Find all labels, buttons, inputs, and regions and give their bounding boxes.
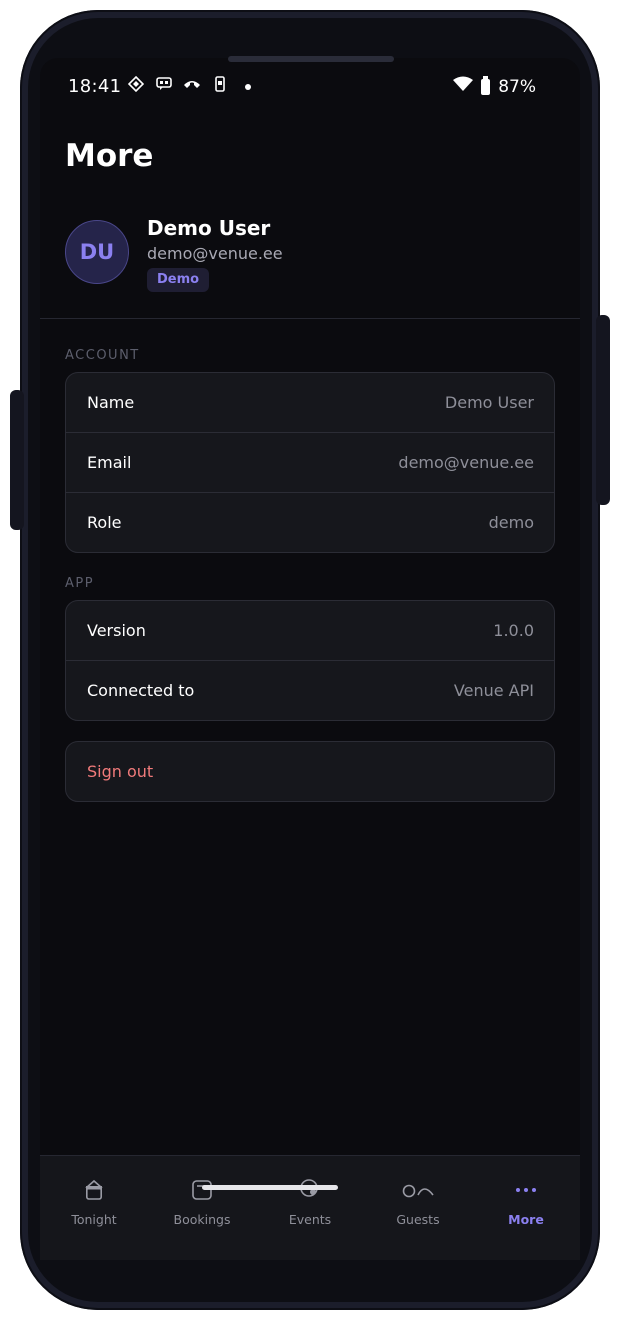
tab-label: Guests — [396, 1212, 440, 1227]
tab-tonight[interactable]: Tonight — [40, 1156, 148, 1236]
page-title: More — [65, 138, 154, 174]
tab-label: Tonight — [71, 1212, 117, 1227]
tab-label: Events — [288, 1212, 332, 1227]
sign-out-label: Sign out — [87, 762, 154, 781]
status-right: 87% — [453, 75, 536, 97]
section-label-account: ACCOUNT — [65, 348, 140, 363]
home-indicator[interactable] — [202, 1185, 338, 1190]
app-row-version: Version 1.0.0 — [66, 601, 554, 661]
row-key: Connected to — [87, 681, 195, 700]
row-value: 1.0.0 — [493, 621, 534, 640]
row-key: Role — [87, 513, 122, 532]
people-icon — [364, 1178, 472, 1202]
house-icon — [40, 1178, 148, 1202]
phone-icon — [210, 76, 230, 96]
section-label-app: APP — [65, 576, 95, 591]
role-badge: Demo — [147, 268, 210, 292]
status-bar: 18:41 87% — [40, 58, 580, 118]
status-time: 18:41 — [68, 76, 122, 97]
app-row-connected: Connected to Venue API — [66, 661, 554, 720]
tab-events[interactable]: Events — [256, 1156, 364, 1236]
battery-icon — [481, 75, 491, 95]
notification-icons — [126, 75, 258, 96]
dots-icon — [472, 1178, 580, 1202]
screen: 18:41 87% More DU Demo User demo@venue.e… — [40, 58, 580, 1260]
dot-icon — [238, 77, 258, 95]
tab-guests[interactable]: Guests — [364, 1156, 472, 1236]
side-button-left — [10, 390, 24, 530]
divider — [40, 318, 580, 319]
avatar: DU — [65, 220, 129, 284]
row-value: Venue API — [453, 681, 534, 700]
account-card: Name Demo User Email demo@venue.ee Role … — [65, 372, 555, 553]
battery-percent: 87% — [498, 76, 536, 97]
sign-out-button[interactable]: Sign out — [65, 741, 555, 802]
row-key: Name — [87, 393, 135, 412]
notch — [228, 56, 394, 62]
diamond-icon — [126, 75, 146, 96]
profile-header: DU Demo User demo@venue.ee Demo — [65, 216, 565, 292]
row-value: Demo User — [444, 393, 534, 412]
app-card: Version 1.0.0 Connected to Venue API — [65, 600, 555, 721]
tab-more[interactable]: More — [472, 1156, 580, 1236]
row-value: demo@venue.ee — [398, 453, 534, 472]
account-row-role: Role demo — [66, 493, 554, 552]
profile-email: demo@venue.ee — [147, 244, 283, 263]
call-icon — [182, 77, 202, 95]
side-button-right — [596, 315, 610, 505]
square-icon — [148, 1178, 256, 1202]
row-value: demo — [488, 513, 534, 532]
message-icon — [154, 77, 174, 95]
row-key: Email — [87, 453, 132, 472]
tab-label: Bookings — [173, 1212, 231, 1227]
tab-bookings[interactable]: Bookings — [148, 1156, 256, 1236]
profile-name: Demo User — [147, 216, 271, 240]
circle-icon — [256, 1178, 364, 1202]
wifi-icon — [453, 76, 474, 97]
row-key: Version — [87, 621, 146, 640]
account-row-email: Email demo@venue.ee — [66, 433, 554, 493]
tab-label: More — [508, 1212, 544, 1227]
bottom-nav: Tonight Bookings Events Guests More — [40, 1155, 580, 1260]
account-row-name: Name Demo User — [66, 373, 554, 433]
